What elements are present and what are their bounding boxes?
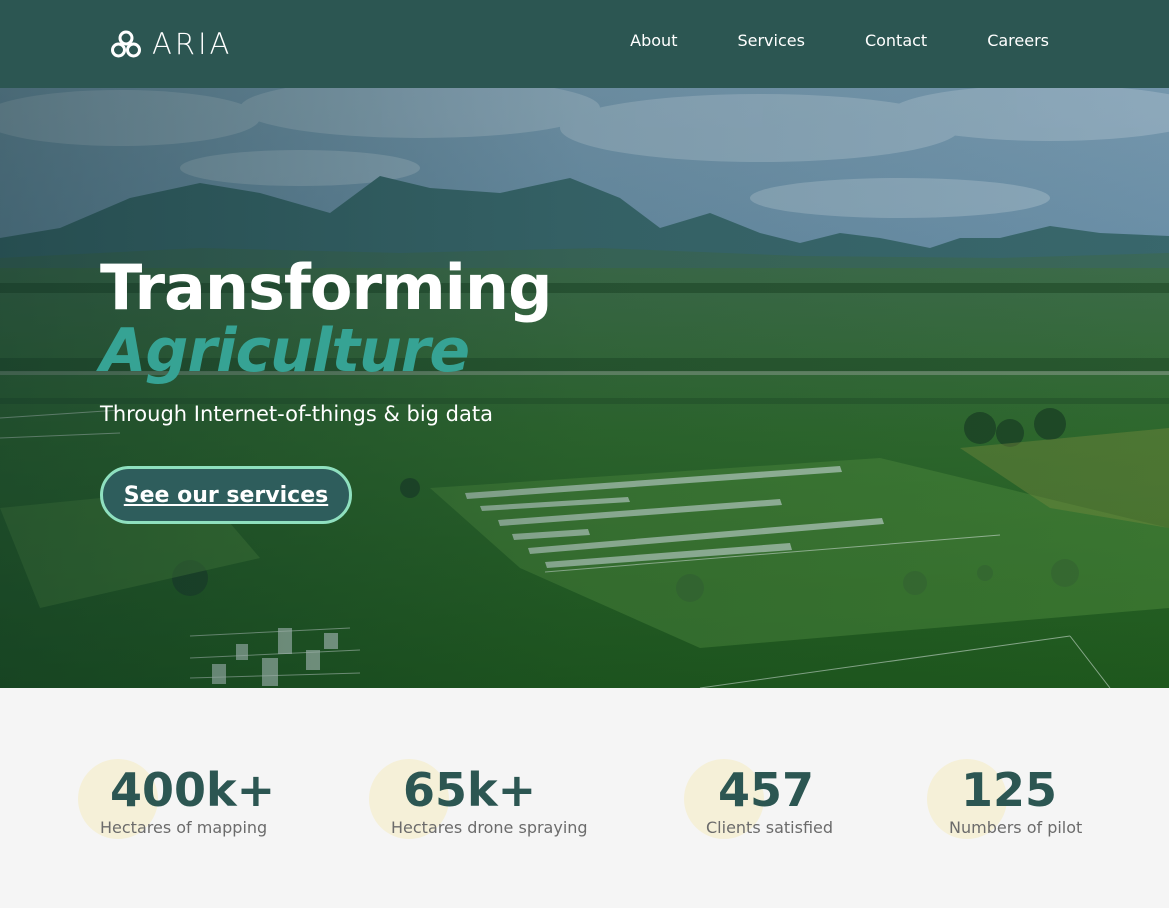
brand-logo[interactable]: ARIA <box>110 26 232 62</box>
brand-name: ARIA <box>152 27 233 61</box>
hero-section: Transforming Agriculture Through Interne… <box>0 88 1169 688</box>
stat-mapping: 400k+ Hectares of mapping <box>78 758 276 839</box>
stat-spraying: 65k+ Hectares drone spraying <box>369 758 588 839</box>
top-navbar: ARIA About Services Contact Careers <box>0 0 1169 88</box>
hero-title-line2: Agriculture <box>100 316 470 386</box>
main-menu: About Services Contact Careers <box>630 31 1049 50</box>
hero-content: Transforming Agriculture Through Interne… <box>100 251 552 524</box>
stat-label: Hectares drone spraying <box>391 818 588 837</box>
see-services-button[interactable]: See our services <box>100 466 352 524</box>
nav-services-link[interactable]: Services <box>737 31 804 50</box>
stats-section: 400k+ Hectares of mapping 65k+ Hectares … <box>0 688 1169 908</box>
nav-contact-link[interactable]: Contact <box>865 31 927 50</box>
stat-value: 400k+ <box>110 763 276 817</box>
stat-label: Hectares of mapping <box>100 818 268 837</box>
nav-careers-link[interactable]: Careers <box>987 31 1049 50</box>
stat-value: 125 <box>961 763 1058 817</box>
stat-clients: 457 Clients satisfied <box>684 758 834 839</box>
stat-label: Clients satisfied <box>706 818 834 837</box>
trefoil-logo-icon <box>111 30 141 58</box>
stat-value: 65k+ <box>403 763 537 817</box>
stat-pilots: 125 Numbers of pilot <box>927 758 1083 839</box>
hero-title-line1: Transforming <box>100 251 552 324</box>
stat-label: Numbers of pilot <box>949 818 1083 837</box>
nav-about-link[interactable]: About <box>630 31 677 50</box>
stat-value: 457 <box>718 763 815 817</box>
hero-subtitle: Through Internet-of-things & big data <box>100 402 493 426</box>
